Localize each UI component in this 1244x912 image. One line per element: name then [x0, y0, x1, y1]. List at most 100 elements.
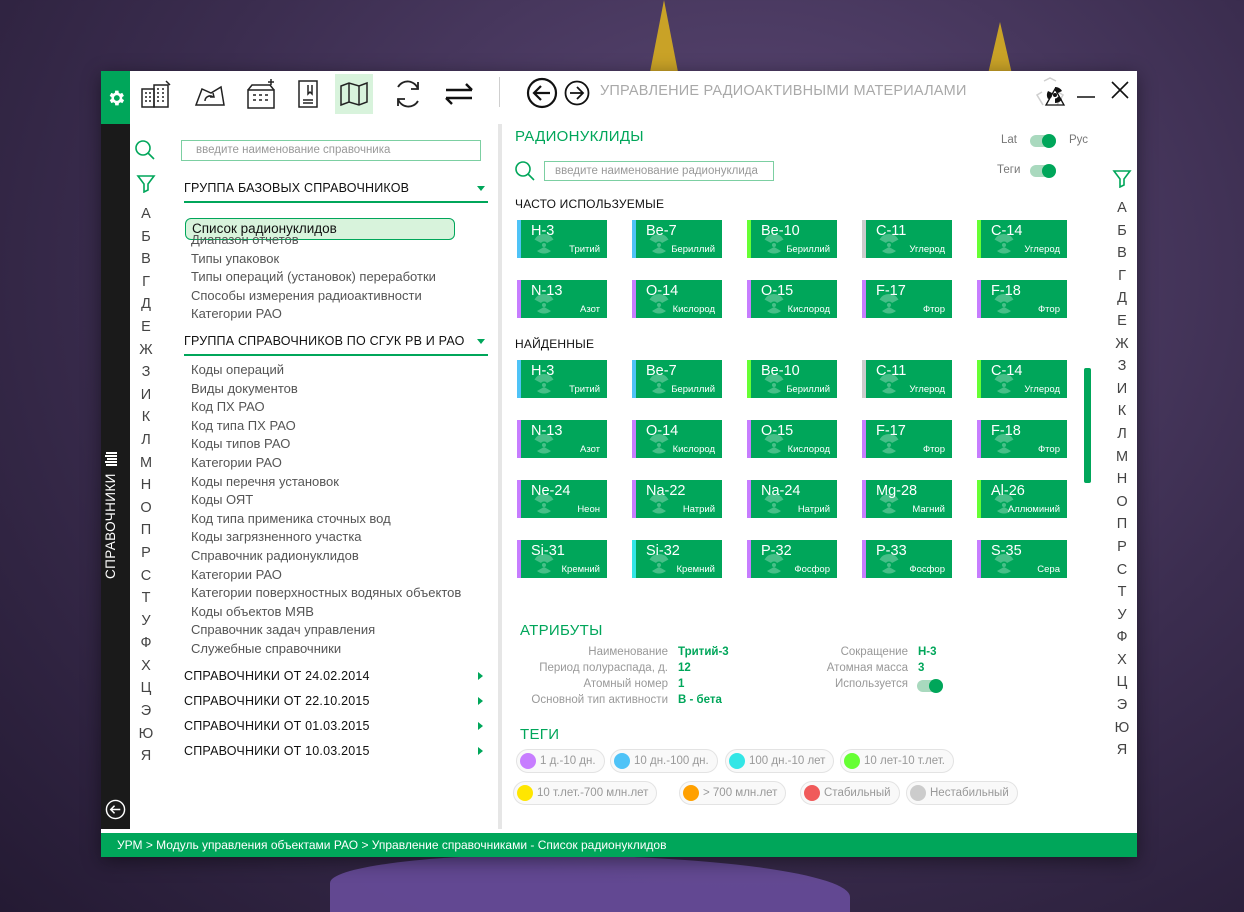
alphabet-letter[interactable]: Я [1114, 739, 1130, 762]
alphabet-letter[interactable]: О [138, 497, 154, 520]
tag-chip[interactable]: Нестабильный [906, 781, 1018, 805]
dictionary-item[interactable]: Коды ОЯТ [191, 491, 461, 510]
nuclide-tile[interactable]: N-13 Азот [517, 420, 607, 458]
alphabet-letter[interactable]: О [1114, 491, 1130, 514]
nuclide-tile[interactable]: Mg-28 Магний [862, 480, 952, 518]
nuclide-search-input[interactable]: введите наименование радионуклида [544, 161, 774, 181]
alphabet-letter[interactable]: Ж [138, 339, 154, 362]
alphabet-letter[interactable]: Э [1114, 694, 1130, 717]
dictionary-item[interactable]: Справочник радионуклидов [191, 547, 461, 566]
vertical-section-label[interactable]: СПРАВОЧНИКИ [103, 451, 118, 579]
alphabet-letter[interactable]: С [1114, 559, 1130, 582]
dictionary-item[interactable]: Типы операций (установок) переработки [191, 268, 436, 287]
document-button[interactable] [287, 74, 329, 114]
alphabet-letter[interactable]: П [1114, 513, 1130, 536]
forward-button[interactable] [563, 79, 591, 107]
alphabet-letter[interactable]: Ф [1114, 626, 1130, 649]
building-edit-button[interactable] [135, 74, 177, 114]
tag-chip[interactable]: Стабильный [800, 781, 900, 805]
scrollbar[interactable] [1084, 368, 1091, 483]
alphabet-letter[interactable]: М [1114, 446, 1130, 469]
swap-button[interactable] [438, 74, 480, 114]
alphabet-letter[interactable]: У [1114, 604, 1130, 627]
tag-chip[interactable]: > 700 млн.лет [679, 781, 787, 805]
alphabet-letter[interactable]: Т [138, 587, 154, 610]
nuclide-tile[interactable]: C-11 Углерод [862, 360, 952, 398]
nuclide-tile[interactable]: O-14 Кислород [632, 280, 722, 318]
sync-button[interactable] [387, 74, 429, 114]
map-button[interactable] [335, 74, 373, 114]
collapse-back-icon[interactable] [105, 799, 126, 820]
alphabet-letter[interactable]: В [138, 248, 154, 271]
nuclide-tile[interactable]: Na-22 Натрий [632, 480, 722, 518]
nuclide-tile[interactable]: O-15 Кислород [747, 280, 837, 318]
group-header-collapsed[interactable]: СПРАВОЧНИКИ ОТ 24.02.2014 [184, 669, 488, 683]
dictionary-item[interactable]: Код типа ПХ РАО [191, 417, 461, 436]
close-icon[interactable] [1109, 79, 1131, 101]
alphabet-letter[interactable]: Х [138, 655, 154, 678]
dictionary-item[interactable]: Диапазон отчетов [191, 231, 436, 250]
filter-icon[interactable] [1112, 168, 1132, 188]
alphabet-letter[interactable]: Н [1114, 468, 1130, 491]
dictionary-item[interactable]: Типы упаковок [191, 250, 436, 269]
nuclide-tile[interactable]: N-13 Азот [517, 280, 607, 318]
alphabet-letter[interactable]: У [138, 610, 154, 633]
alphabet-letter[interactable]: Э [138, 700, 154, 723]
dictionary-item[interactable]: Коды операций [191, 361, 461, 380]
nuclide-tile[interactable]: P-32 Фосфор [747, 540, 837, 578]
nuclide-tile[interactable]: Si-31 Кремний [517, 540, 607, 578]
nuclide-tile[interactable]: Be-10 Бериллий [747, 220, 837, 258]
back-button[interactable] [526, 77, 558, 109]
lang-toggle[interactable] [1030, 134, 1056, 148]
nuclide-tile[interactable]: Na-24 Натрий [747, 480, 837, 518]
dictionary-item[interactable]: Код ПХ РАО [191, 398, 461, 417]
alphabet-letter[interactable]: К [1114, 400, 1130, 423]
dictionary-item[interactable]: Коды перечня установок [191, 473, 461, 492]
dictionary-item[interactable]: Служебные справочники [191, 640, 461, 659]
alphabet-letter[interactable]: М [138, 452, 154, 475]
alphabet-letter[interactable]: З [138, 361, 154, 384]
nuclide-tile[interactable]: F-18 Фтор [977, 420, 1067, 458]
alphabet-letter[interactable]: В [1114, 242, 1130, 265]
alphabet-letter[interactable]: З [1114, 355, 1130, 378]
tag-chip[interactable]: 100 дн.-10 лет [725, 749, 835, 773]
alphabet-letter[interactable]: Т [1114, 581, 1130, 604]
dictionary-item[interactable]: Виды документов [191, 380, 461, 399]
alphabet-letter[interactable]: Е [1114, 310, 1130, 333]
nuclide-tile[interactable]: C-14 Углерод [977, 360, 1067, 398]
alphabet-letter[interactable]: Ж [1114, 333, 1130, 356]
panel-splitter[interactable] [498, 124, 502, 829]
tag-chip[interactable]: 1 д.-10 дн. [516, 749, 605, 773]
nuclide-tile[interactable]: C-11 Углерод [862, 220, 952, 258]
alphabet-letter[interactable]: И [1114, 378, 1130, 401]
alphabet-letter[interactable]: Ю [1114, 717, 1130, 740]
nuclide-tile[interactable]: Al-26 Аллюминий [977, 480, 1067, 518]
nuclide-tile[interactable]: Si-32 Кремний [632, 540, 722, 578]
dictionary-item[interactable]: Способы измерения радиоактивности [191, 287, 436, 306]
nuclide-tile[interactable]: Be-7 Бериллий [632, 220, 722, 258]
filter-icon[interactable] [136, 173, 156, 193]
nuclide-tile[interactable]: Be-7 Бериллий [632, 360, 722, 398]
alphabet-letter[interactable]: Б [138, 226, 154, 249]
nuclide-tile[interactable]: Be-10 Бериллий [747, 360, 837, 398]
tag-chip[interactable]: 10 т.лет.-700 млн.лет [513, 781, 658, 805]
nuclide-tile[interactable]: H-3 Тритий [517, 220, 607, 258]
alphabet-letter[interactable]: Н [138, 474, 154, 497]
settings-button[interactable] [101, 71, 130, 124]
tag-chip[interactable]: 10 лет-10 т.лет. [840, 749, 954, 773]
alphabet-letter[interactable]: Б [1114, 220, 1130, 243]
alphabet-letter[interactable]: Ц [1114, 671, 1130, 694]
recycle-area-button[interactable] [189, 74, 231, 114]
dictionary-item[interactable]: Код типа применика сточных вод [191, 510, 461, 529]
dictionary-item[interactable]: Категории РАО [191, 305, 436, 324]
alphabet-letter[interactable]: Д [1114, 287, 1130, 310]
nuclide-tile[interactable]: S-35 Сера [977, 540, 1067, 578]
tags-toggle[interactable] [1030, 164, 1056, 178]
dictionary-item[interactable]: Справочник задач управления [191, 621, 461, 640]
alphabet-letter[interactable]: П [138, 519, 154, 542]
search-icon[interactable] [514, 160, 536, 182]
nuclide-tile[interactable]: Ne-24 Неон [517, 480, 607, 518]
nuclide-tile[interactable]: O-15 Кислород [747, 420, 837, 458]
building-add-button[interactable] [241, 74, 283, 114]
nuclide-tile[interactable]: O-14 Кислород [632, 420, 722, 458]
